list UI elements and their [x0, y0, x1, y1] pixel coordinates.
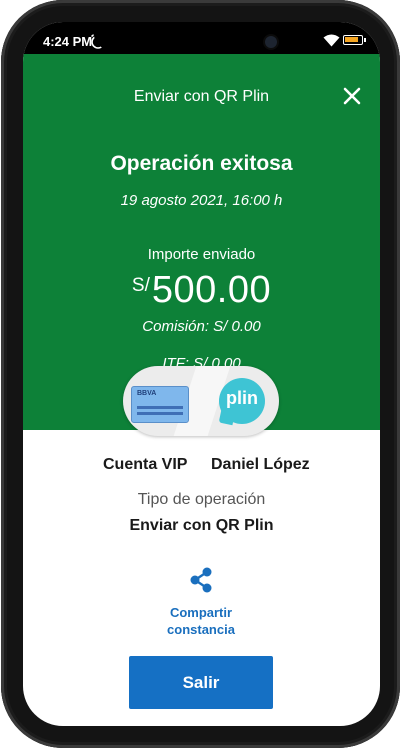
- status-time: 4:24 PM: [43, 34, 93, 49]
- from-account: Cuenta VIP: [103, 456, 188, 473]
- operation-date: 19 agosto 2021, 16:00 h: [120, 192, 283, 209]
- recipient-name: Daniel López: [211, 456, 310, 473]
- operation-type-value: Enviar con QR Plin: [129, 517, 274, 534]
- operation-type-label: Tipo de operación: [137, 491, 266, 508]
- camera-icon: [265, 36, 277, 48]
- share-label: Compartir constancia: [151, 604, 251, 638]
- exit-button[interactable]: Salir: [129, 656, 273, 709]
- share-receipt-button[interactable]: Compartir constancia: [151, 566, 251, 646]
- card-brand: BBVA: [137, 390, 157, 397]
- status-bar: 4:24 PM: [23, 22, 380, 54]
- battery-icon: [343, 35, 363, 45]
- phone-frame: 4:24 PM Enviar con QR Plin Operación exi…: [1, 0, 400, 748]
- operation-title: Operación exitosa: [110, 152, 293, 175]
- card-stripe: [137, 412, 183, 415]
- battery-level: [345, 37, 358, 42]
- amount-value: 500.00: [151, 269, 272, 311]
- amount-label: Importe enviado: [147, 246, 256, 263]
- share-label-line1: Compartir: [169, 605, 233, 620]
- notch: [93, 22, 311, 52]
- share-icon: [190, 567, 212, 593]
- wifi-icon: [323, 34, 340, 47]
- share-label-line2: constancia: [167, 622, 235, 637]
- card-stripe: [137, 406, 183, 409]
- transfer-pill: BBVA plin: [123, 366, 279, 436]
- currency-symbol: S/: [131, 275, 150, 296]
- battery-tip: [364, 38, 366, 42]
- commission-text: Comisión: S/ 0.00: [142, 318, 261, 335]
- screen: 4:24 PM Enviar con QR Plin Operación exi…: [23, 22, 380, 726]
- close-icon[interactable]: [343, 87, 361, 105]
- amount-row: S/500.00: [23, 269, 380, 312]
- bbva-card-icon: BBVA: [131, 386, 189, 423]
- plin-logo-text: plin: [226, 388, 258, 408]
- header-title: Enviar con QR Plin: [133, 88, 270, 105]
